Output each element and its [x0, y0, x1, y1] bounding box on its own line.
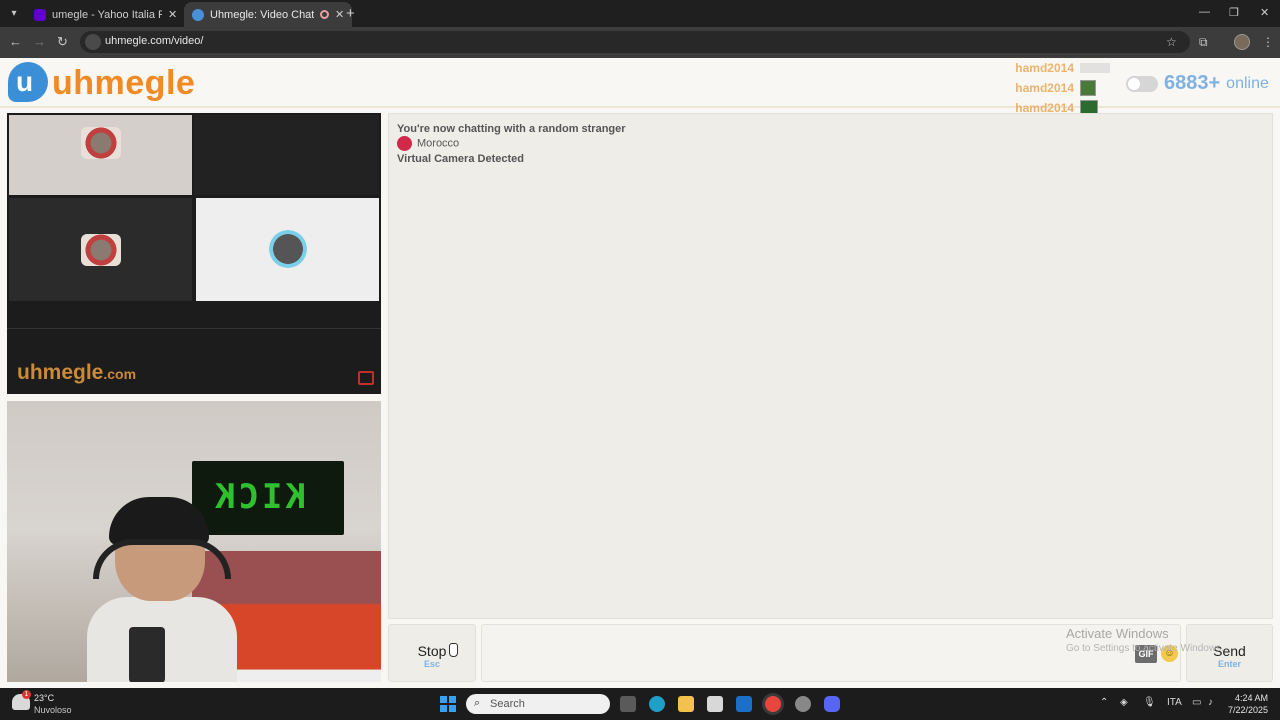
mouse-pointer-icon [449, 643, 458, 657]
skull-avatar-icon [269, 230, 307, 268]
self-video: KICK [7, 401, 381, 682]
divider [7, 328, 381, 329]
chat-country: Morocco [397, 136, 459, 151]
donor-image [1080, 80, 1096, 96]
donor-name: hamd2014 [1015, 61, 1074, 75]
video-tile [194, 115, 379, 195]
discord-icon[interactable] [824, 696, 840, 712]
donor-name: hamd2014 [1015, 81, 1074, 95]
uhmegle-page: u uhmegle hamd2014 hamd2014 hamd2014 ham… [0, 58, 1280, 688]
video-tile [9, 115, 192, 195]
video-tile [196, 198, 379, 301]
bookmark-star-icon[interactable]: ☆ [1166, 35, 1177, 49]
tab-uhmegle[interactable]: Uhmegle: Video Chat | Ome ✕ [184, 2, 353, 27]
url-bar[interactable]: uhmegle.com/video/ [80, 31, 1190, 53]
online-count: 6883+ [1164, 72, 1221, 94]
address-toolbar: ← → ↻ uhmegle.com/video/ ☆ ⧉ ⋮ [0, 27, 1280, 58]
video-watermark: uhmegle.com [17, 361, 136, 385]
send-hint: Enter [1217, 659, 1241, 669]
windows-taskbar: 1 23°C Nuvoloso ⌕ Search ⌃ ◈ 🎙 ITA ▭ ♪ 4… [0, 688, 1280, 720]
clock-date[interactable]: 7/22/2025 [1222, 705, 1268, 715]
watermark-tld: .com [103, 366, 137, 382]
back-icon[interactable]: ← [9, 34, 22, 49]
stranger-video: uhmegle.com [7, 113, 381, 394]
task-view-icon[interactable] [620, 696, 636, 712]
outlook-icon[interactable] [736, 696, 752, 712]
online-label: online [1226, 74, 1269, 92]
avatar-thumbnail [81, 127, 121, 159]
window-close-icon[interactable]: ✕ [1260, 6, 1269, 19]
tab-title: umegle - Yahoo Italia Risultati d [52, 8, 162, 21]
watermark-brand: uhmegle [17, 361, 104, 384]
file-explorer-icon[interactable] [678, 696, 694, 712]
morocco-flag-icon [397, 136, 412, 151]
microphone-icon[interactable]: 🎙 [1143, 697, 1156, 708]
site-logo[interactable]: u uhmegle [8, 62, 198, 104]
temperature: 23°C [34, 693, 55, 703]
reload-icon[interactable]: ↻ [57, 34, 68, 50]
volume-icon[interactable]: ♪ [1208, 697, 1213, 708]
language-indicator[interactable]: ITA [1167, 697, 1182, 708]
minimize-icon[interactable]: — [1199, 6, 1210, 18]
tab-close-icon[interactable]: ✕ [335, 8, 344, 21]
tab-yahoo[interactable]: umegle - Yahoo Italia Risultati d ✕ [26, 2, 185, 27]
headset-icon [93, 539, 231, 579]
url-text: uhmegle.com/video/ [105, 35, 204, 47]
search-label: Search [490, 698, 525, 710]
restore-icon[interactable]: ❐ [1229, 6, 1239, 19]
windows-start-icon[interactable] [440, 696, 456, 712]
chat-log: You're now chatting with a random strang… [388, 113, 1273, 619]
tab-title: Uhmegle: Video Chat | Ome [210, 8, 314, 21]
uhmegle-favicon-icon [192, 8, 204, 21]
logo-text: uhmegle [52, 64, 196, 102]
recording-indicator-icon [320, 10, 329, 19]
chat-notice: Virtual Camera Detected [397, 153, 524, 165]
donor-badge [1080, 63, 1110, 73]
tab-search-chevron-icon[interactable]: ▾ [6, 6, 22, 22]
report-flag-icon[interactable] [358, 371, 374, 385]
country-name: Morocco [417, 137, 460, 150]
taskbar-search[interactable]: ⌕ Search [466, 694, 610, 714]
activate-windows-title: Activate Windows [1066, 626, 1169, 641]
bottle [129, 627, 165, 682]
stop-label: Stop [417, 643, 447, 659]
stop-button[interactable]: Stop Esc [388, 624, 476, 682]
online-indicator: 6883+ online [1126, 72, 1269, 95]
avatar-thumbnail [81, 234, 121, 266]
tray-app-icon[interactable]: ◈ [1120, 697, 1128, 708]
edge-icon[interactable] [649, 696, 665, 712]
weather-condition: Nuvoloso [34, 705, 72, 715]
stop-hint: Esc [423, 659, 440, 669]
forward-icon[interactable]: → [33, 34, 46, 49]
chrome-icon[interactable] [765, 696, 781, 712]
clock-time[interactable]: 4:24 AM [1230, 693, 1268, 703]
activate-windows-subtitle: Go to Settings to activate Windows. [1066, 643, 1224, 654]
site-info-icon[interactable] [85, 34, 101, 50]
video-tile [9, 198, 192, 301]
yahoo-favicon-icon [34, 8, 46, 21]
profile-avatar[interactable] [1234, 34, 1250, 50]
logo-mark: u [16, 66, 34, 97]
tray-chevron-icon[interactable]: ⌃ [1100, 697, 1108, 708]
tab-close-icon[interactable]: ✕ [168, 8, 177, 21]
network-icon[interactable]: ▭ [1192, 697, 1201, 708]
menu-kebab-icon[interactable]: ⋮ [1262, 35, 1274, 49]
browser-tab-bar: ▾ umegle - Yahoo Italia Risultati d ✕ Uh… [0, 0, 1280, 27]
chat-status: You're now chatting with a random strang… [397, 123, 626, 135]
weather-badge: 1 [22, 690, 31, 699]
settings-gear-icon[interactable] [795, 696, 811, 712]
new-tab-icon[interactable]: + [346, 5, 355, 22]
store-icon[interactable] [707, 696, 723, 712]
theme-toggle[interactable] [1126, 75, 1158, 92]
search-icon: ⌕ [474, 697, 481, 709]
person-cap [109, 497, 209, 545]
extensions-icon[interactable]: ⧉ [1199, 35, 1208, 50]
